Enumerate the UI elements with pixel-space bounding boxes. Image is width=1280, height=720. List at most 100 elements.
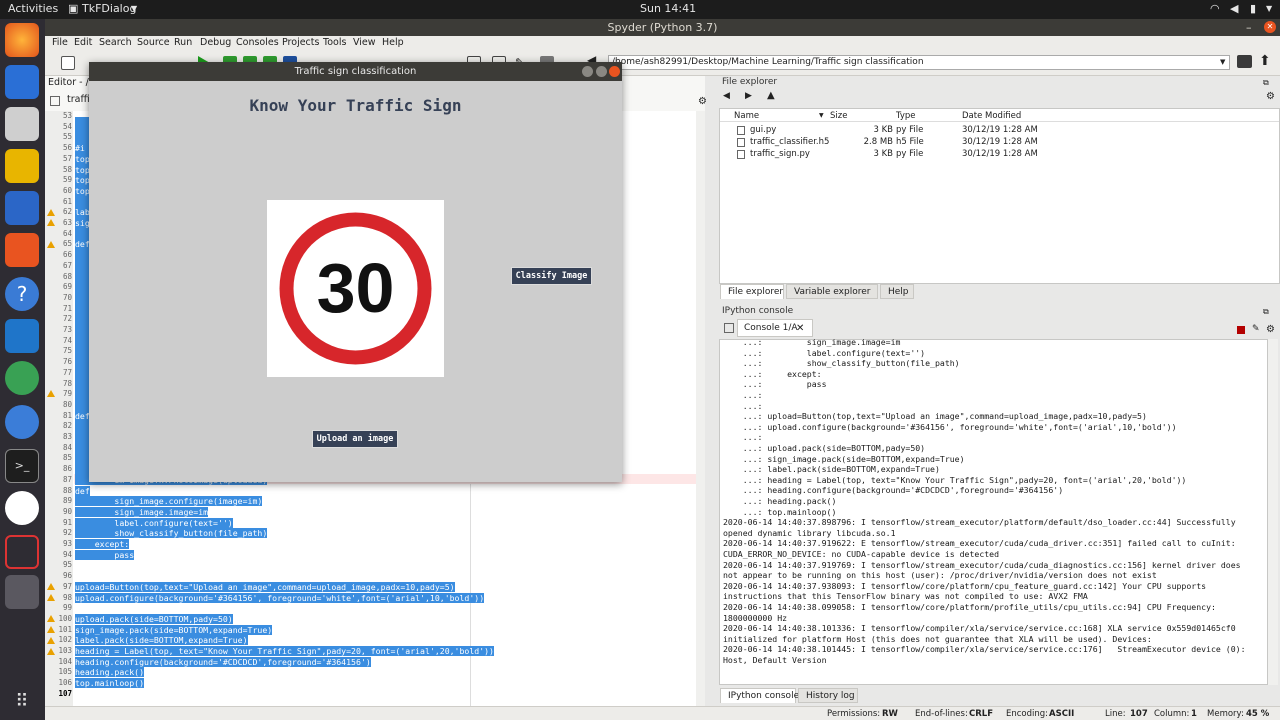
console-line: ...: upload.configure(background='#36415… (723, 421, 1177, 432)
menu-file[interactable]: File (52, 37, 68, 48)
col-type[interactable]: Type (896, 111, 916, 121)
sort-icon[interactable]: ▼ (819, 112, 824, 119)
anaconda-icon[interactable] (5, 491, 39, 525)
vscode-icon[interactable] (5, 319, 39, 353)
firefox-icon[interactable] (5, 23, 39, 57)
console-tab[interactable]: Console 1/A ✕ (737, 319, 813, 337)
app-menu[interactable]: TkFDialog (82, 2, 136, 15)
menu-source[interactable]: Source (137, 37, 170, 48)
menu-debug[interactable]: Debug (200, 37, 231, 48)
terminal-icon[interactable]: >_ (5, 449, 39, 483)
close-icon[interactable]: ✕ (1264, 21, 1276, 33)
col-name[interactable]: Name (734, 111, 759, 121)
browse-folder-icon[interactable] (1237, 55, 1252, 68)
col-date[interactable]: Date Modified (962, 111, 1021, 121)
line-number: 82 (62, 421, 72, 431)
console-line: opened dynamic library libcuda.so.1 (723, 527, 896, 538)
editor-tab[interactable]: traffi (67, 94, 90, 105)
writer-icon[interactable] (5, 191, 39, 225)
menu-search[interactable]: Search (99, 37, 132, 48)
browse-console-tabs-icon[interactable] (724, 323, 734, 333)
spyder-web-icon[interactable] (5, 535, 39, 569)
android-studio-icon[interactable] (5, 361, 39, 395)
activities-button[interactable]: Activities (8, 2, 58, 15)
editor-options-icon[interactable]: ⚙ (698, 96, 707, 107)
browse-tabs-icon[interactable] (50, 96, 60, 106)
tk-app-icon[interactable] (5, 575, 39, 609)
console-scrollbar[interactable] (1268, 339, 1278, 685)
dialog-close-icon[interactable] (609, 66, 620, 77)
software-icon[interactable] (5, 233, 39, 267)
console-line: ...: sign_image.pack(side=BOTTOM,expand=… (723, 453, 965, 464)
tab-help[interactable]: Help (880, 284, 914, 299)
console-line: ...: upload.pack(side=BOTTOM,pady=50) (723, 443, 926, 453)
line-number: 90 (62, 506, 72, 516)
col-size[interactable]: Size (830, 111, 847, 121)
classify-image-button[interactable]: Classify Image (511, 267, 592, 285)
dialog-maximize-icon[interactable] (596, 66, 607, 77)
working-directory-input[interactable]: /home/ash82991/Desktop/Machine Learning/… (608, 55, 1230, 70)
code-fragment: top (75, 164, 90, 175)
upload-image-button[interactable]: Upload an image (312, 430, 398, 448)
close-tab-icon[interactable]: ✕ (796, 320, 804, 337)
show-apps-icon[interactable]: ⠿ (5, 685, 39, 719)
system-menu-icon[interactable]: ▼ (1266, 4, 1272, 13)
menu-consoles[interactable]: Consoles (236, 37, 279, 48)
dialog-title: Traffic sign classification (89, 62, 622, 81)
menu-edit[interactable]: Edit (74, 37, 92, 48)
stop-icon[interactable] (1237, 326, 1245, 334)
pane-undock-icon[interactable]: ⧉ (1263, 307, 1269, 317)
back-icon[interactable]: ◀ (723, 91, 730, 101)
line-number: 107 (58, 688, 72, 698)
line-number: 86 (62, 464, 72, 474)
menu-projects[interactable]: Projects (282, 37, 319, 48)
line-number: 85 (62, 453, 72, 463)
help-icon[interactable]: ? (5, 277, 39, 311)
file-explorer-options-icon[interactable]: ⚙ (1266, 91, 1275, 102)
rhythmbox-icon[interactable] (5, 149, 39, 183)
thunderbird-icon[interactable] (5, 65, 39, 99)
tab-history-log[interactable]: History log (798, 688, 858, 703)
code-fragment: def (75, 485, 90, 496)
console-line: initialized for platform Host (this does… (723, 633, 1152, 644)
file-type: py File (896, 125, 924, 135)
file-name: traffic_sign.py (750, 149, 810, 159)
forward-icon[interactable]: ▶ (745, 91, 752, 101)
volume-icon[interactable]: ◀ (1230, 2, 1238, 15)
pane-undock-icon[interactable]: ⧉ (1263, 78, 1269, 88)
line-number: 104 (58, 656, 72, 666)
column-label: Column: (1154, 709, 1190, 719)
chromium-icon[interactable] (5, 405, 39, 439)
console-line: ...: heading = Label(top, text="Know You… (723, 474, 1187, 485)
menu-run[interactable]: Run (174, 37, 192, 48)
editor-scrollbar[interactable] (696, 111, 705, 706)
battery-icon[interactable]: ▮ (1250, 2, 1256, 15)
menu-tools[interactable]: Tools (323, 37, 346, 48)
path-dropdown-icon[interactable]: ▼ (1220, 58, 1225, 66)
minimize-icon[interactable]: – (1246, 21, 1252, 34)
up-icon[interactable]: ▲ (767, 90, 775, 101)
parent-dir-icon[interactable]: ⬆ (1259, 53, 1271, 69)
menu-help[interactable]: Help (382, 37, 404, 48)
menu-view[interactable]: View (353, 37, 376, 48)
console-options-icon[interactable]: ⚙ (1266, 324, 1275, 335)
tab-ipython-console[interactable]: IPython console (720, 688, 799, 703)
clear-icon[interactable]: ✎ (1252, 324, 1260, 334)
line-label: Line: (1105, 709, 1126, 719)
tab-variable-explorer[interactable]: Variable explorer (786, 284, 878, 299)
file-size: 3 KB (873, 149, 893, 159)
new-file-icon[interactable] (61, 56, 75, 70)
sign-image: 30 (267, 200, 444, 377)
chevron-down-icon: ▼ (131, 4, 138, 13)
files-icon[interactable] (5, 107, 39, 141)
line-number: 72 (62, 314, 72, 324)
wifi-icon[interactable]: ◠ (1210, 2, 1220, 15)
line-number: 64 (62, 228, 72, 238)
dialog-minimize-icon[interactable] (582, 66, 593, 77)
clock[interactable]: Sun 14:41 (640, 2, 696, 15)
tab-file-explorer[interactable]: File explorer (720, 284, 784, 299)
code-line: heading.pack() (75, 667, 145, 678)
console-line: ...: upload=Button(top,text="Upload an i… (723, 411, 1147, 422)
file-date: 30/12/19 1:28 AM (962, 149, 1038, 159)
line-number: 73 (62, 325, 72, 334)
